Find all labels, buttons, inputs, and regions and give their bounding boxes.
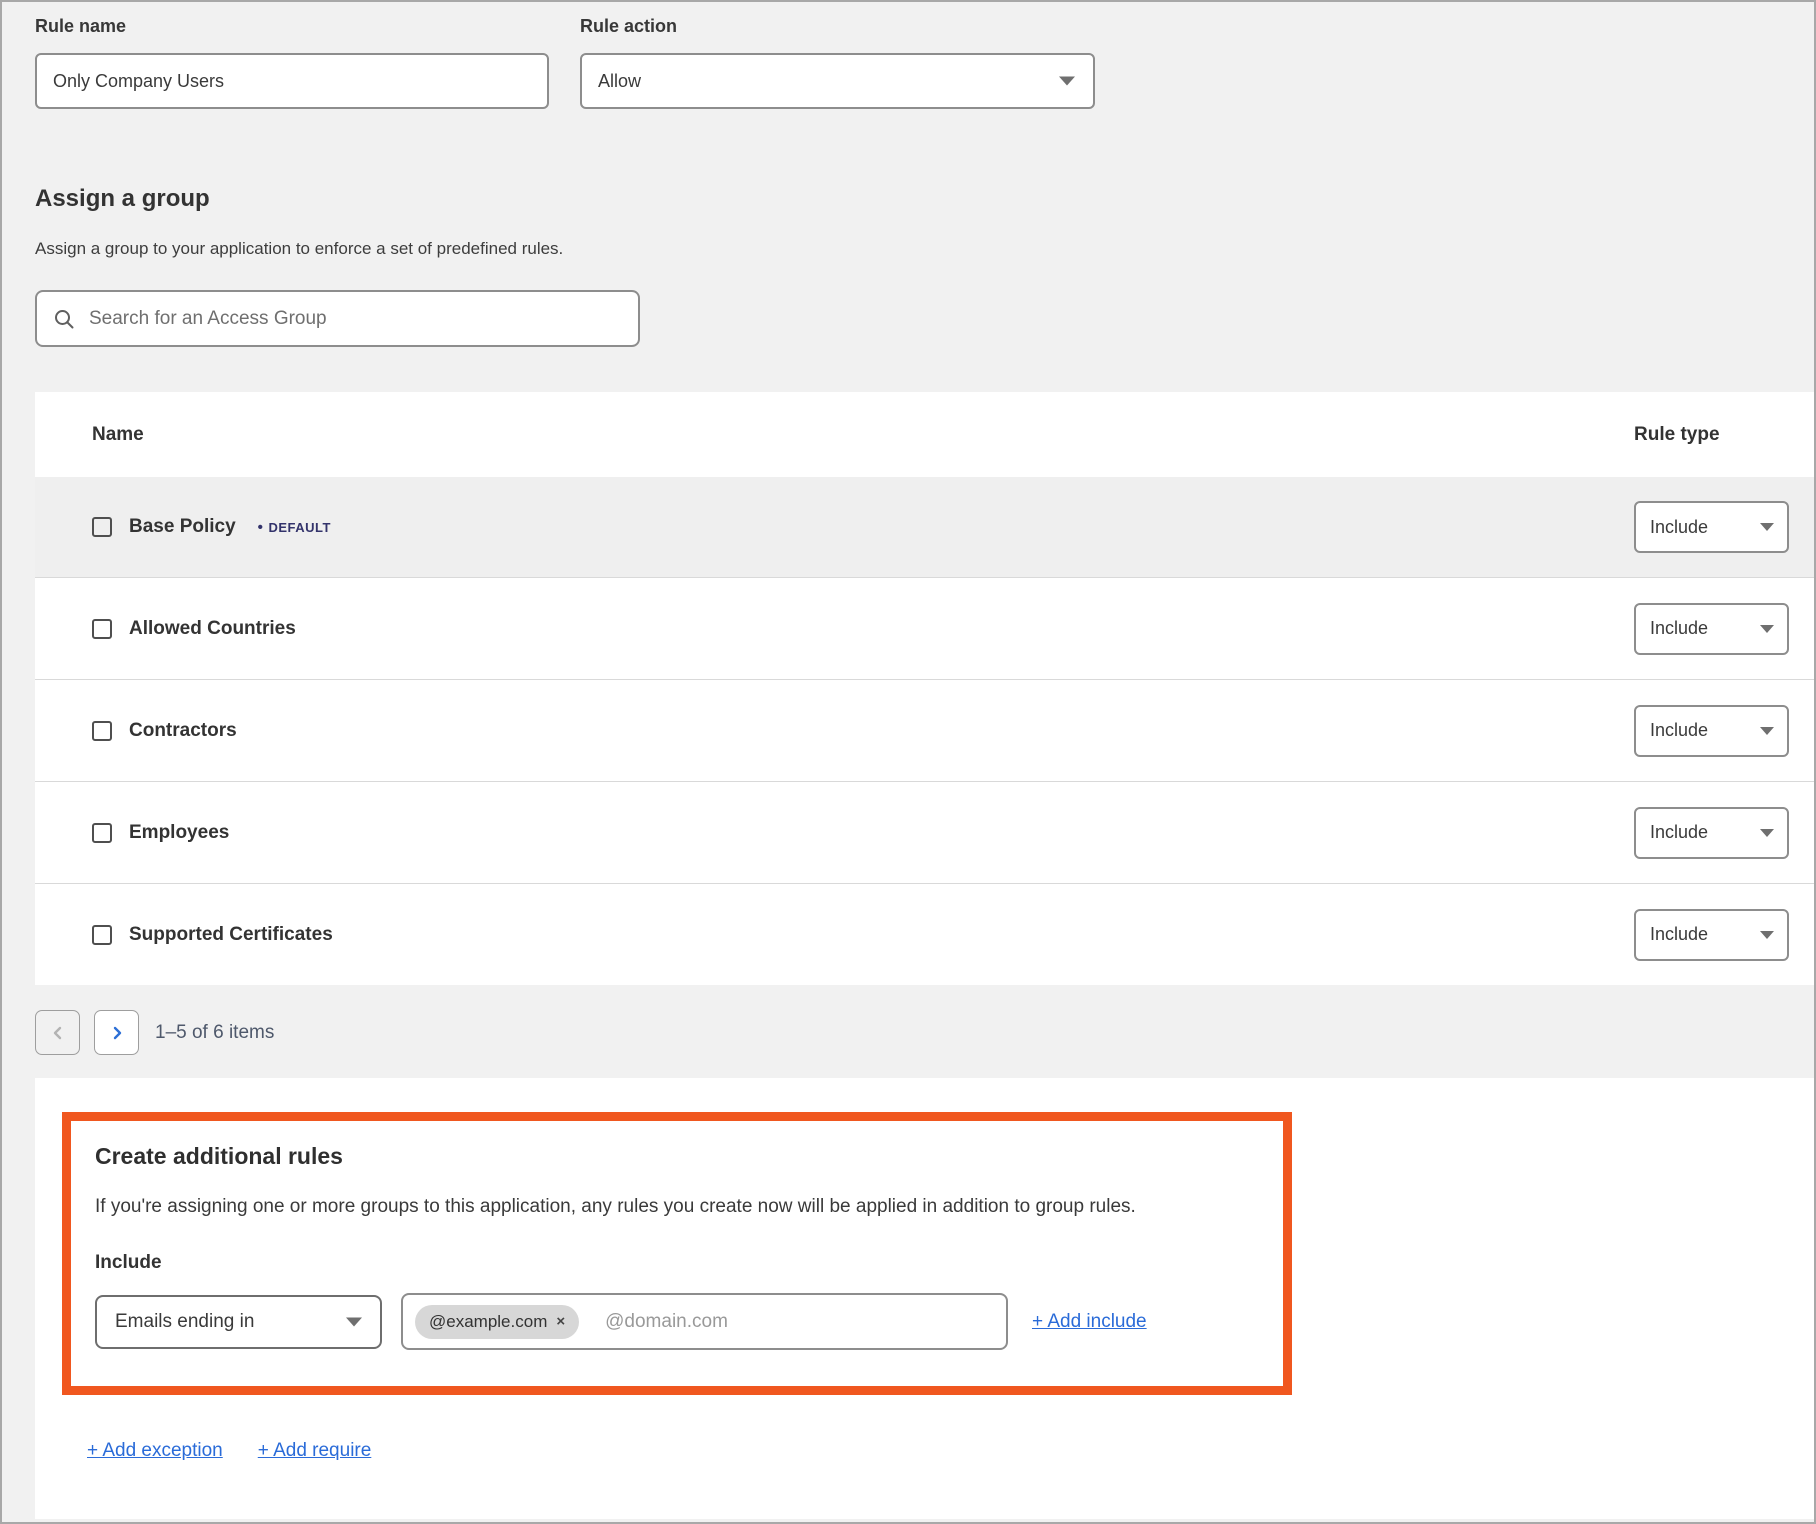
additional-rules-card: Create additional rules If you're assign… bbox=[35, 1078, 1814, 1519]
pagination-label: 1–5 of 6 items bbox=[155, 1022, 274, 1044]
rule-action-label: Rule action bbox=[580, 16, 1095, 37]
rule-configuration-page: Rule name Only Company Users Rule action… bbox=[0, 0, 1816, 1524]
row-checkbox[interactable] bbox=[92, 517, 112, 537]
rule-type-select[interactable]: Include bbox=[1634, 705, 1789, 757]
next-page-button[interactable] bbox=[94, 1010, 139, 1055]
badge-bullet: • bbox=[258, 519, 264, 536]
search-placeholder: Search for an Access Group bbox=[89, 308, 327, 330]
email-domain-chip: @example.com × bbox=[415, 1305, 579, 1339]
row-name: Supported Certificates bbox=[129, 924, 333, 946]
row-checkbox[interactable] bbox=[92, 925, 112, 945]
rule-action-field-group: Rule action Allow bbox=[580, 16, 1095, 109]
chevron-left-icon bbox=[51, 1025, 65, 1041]
chevron-down-icon bbox=[1760, 829, 1774, 837]
row-checkbox[interactable] bbox=[92, 619, 112, 639]
rule-form: Rule name Only Company Users Rule action… bbox=[35, 16, 1095, 109]
rule-type-select[interactable]: Include bbox=[1634, 501, 1789, 553]
table-row[interactable]: Employees Include bbox=[35, 781, 1814, 883]
rule-action-value: Allow bbox=[598, 71, 641, 92]
chevron-down-icon bbox=[1760, 931, 1774, 939]
table-row[interactable]: Base Policy • DEFAULT Include bbox=[35, 477, 1814, 577]
table-row[interactable]: Allowed Countries Include bbox=[35, 577, 1814, 679]
rule-type-value: Include bbox=[1650, 517, 1708, 538]
rule-type-value: Include bbox=[1650, 924, 1708, 945]
email-domain-input[interactable]: @example.com × @domain.com bbox=[401, 1293, 1008, 1350]
access-group-search-input[interactable]: Search for an Access Group bbox=[35, 290, 640, 347]
condition-select[interactable]: Emails ending in bbox=[95, 1295, 382, 1349]
default-badge: • DEFAULT bbox=[258, 519, 331, 536]
condition-value: Emails ending in bbox=[115, 1311, 254, 1333]
column-header-name: Name bbox=[92, 424, 144, 446]
rule-type-select[interactable]: Include bbox=[1634, 807, 1789, 859]
add-include-link[interactable]: + Add include bbox=[1032, 1311, 1147, 1333]
row-checkbox[interactable] bbox=[92, 823, 112, 843]
assign-group-description: Assign a group to your application to en… bbox=[35, 239, 563, 259]
highlight-outline: Create additional rules If you're assign… bbox=[62, 1112, 1292, 1395]
chip-remove-icon[interactable]: × bbox=[556, 1313, 565, 1330]
rule-type-value: Include bbox=[1650, 720, 1708, 741]
row-checkbox[interactable] bbox=[92, 721, 112, 741]
column-header-rule-type: Rule type bbox=[1634, 424, 1789, 446]
rule-name-label: Rule name bbox=[35, 16, 549, 37]
rule-name-value: Only Company Users bbox=[53, 71, 224, 92]
additional-rules-description: If you're assigning one or more groups t… bbox=[95, 1196, 1259, 1218]
chevron-down-icon bbox=[1760, 523, 1774, 531]
add-require-link[interactable]: + Add require bbox=[258, 1440, 372, 1462]
row-name: Allowed Countries bbox=[129, 618, 296, 640]
row-name: Contractors bbox=[129, 720, 237, 742]
rule-type-value: Include bbox=[1650, 822, 1708, 843]
rule-type-value: Include bbox=[1650, 618, 1708, 639]
previous-page-button[interactable] bbox=[35, 1010, 80, 1055]
rule-action-select[interactable]: Allow bbox=[580, 53, 1095, 109]
row-name: Employees bbox=[129, 822, 229, 844]
rule-type-select[interactable]: Include bbox=[1634, 909, 1789, 961]
include-label: Include bbox=[95, 1252, 1259, 1274]
pagination: 1–5 of 6 items bbox=[35, 1010, 274, 1055]
chevron-down-icon bbox=[1059, 77, 1075, 86]
access-group-table: Name Rule type Base Policy • DEFAULT Incl… bbox=[35, 392, 1814, 985]
chevron-down-icon bbox=[346, 1317, 362, 1326]
chevron-down-icon bbox=[1760, 625, 1774, 633]
include-rule-row: Emails ending in @example.com × @domain.… bbox=[95, 1293, 1259, 1350]
chip-label: @example.com bbox=[429, 1312, 547, 1332]
table-row[interactable]: Contractors Include bbox=[35, 679, 1814, 781]
table-header-row: Name Rule type bbox=[35, 392, 1814, 477]
search-icon bbox=[53, 308, 75, 330]
rule-type-select[interactable]: Include bbox=[1634, 603, 1789, 655]
chevron-right-icon bbox=[110, 1025, 124, 1041]
table-row[interactable]: Supported Certificates Include bbox=[35, 883, 1814, 985]
chevron-down-icon bbox=[1760, 727, 1774, 735]
rule-name-field-group: Rule name Only Company Users bbox=[35, 16, 549, 109]
rule-name-input[interactable]: Only Company Users bbox=[35, 53, 549, 109]
badge-text: DEFAULT bbox=[268, 520, 330, 535]
input-placeholder: @domain.com bbox=[605, 1311, 728, 1333]
add-exception-link[interactable]: + Add exception bbox=[87, 1440, 223, 1462]
assign-group-heading: Assign a group bbox=[35, 185, 210, 213]
row-name: Base Policy bbox=[129, 516, 236, 538]
rule-links: + Add exception + Add require bbox=[87, 1440, 371, 1462]
additional-rules-heading: Create additional rules bbox=[95, 1143, 1259, 1170]
